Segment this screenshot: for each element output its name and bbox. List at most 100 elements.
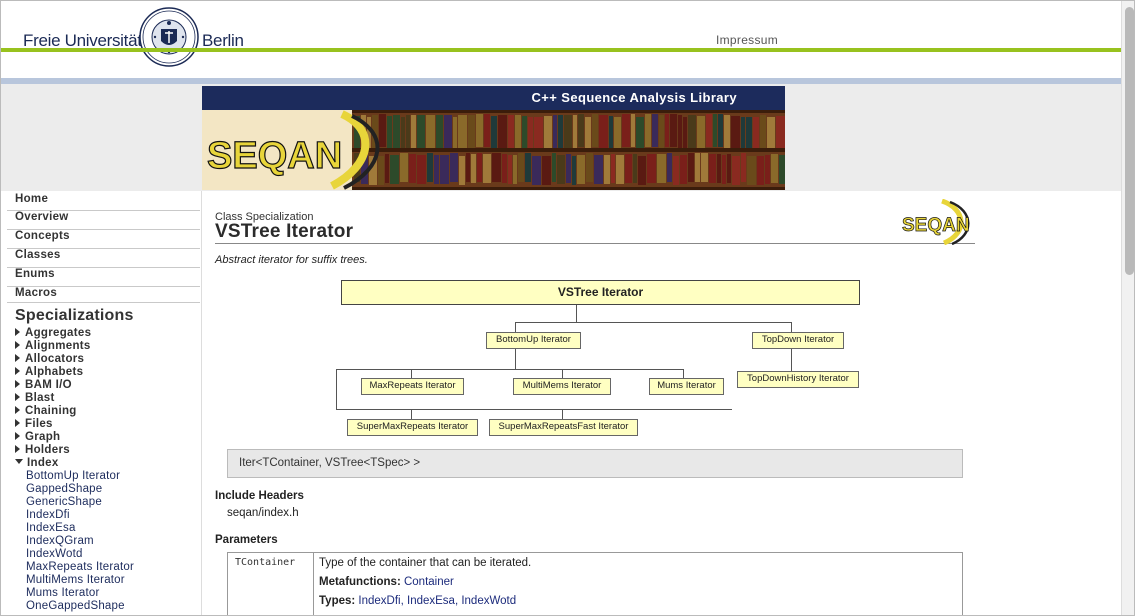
bookshelf-image: SEQAN <box>202 110 785 190</box>
index-item-bottomup-iterator[interactable]: BottomUp Iterator <box>26 470 120 482</box>
banner-title-bar: C++ Sequence Analysis Library <box>202 86 785 110</box>
hierarchy-connector <box>683 369 684 378</box>
index-item-indexwotd[interactable]: IndexWotd <box>26 548 83 560</box>
category-label: Alignments <box>25 340 91 352</box>
param-name-cell: TContainer <box>228 553 314 615</box>
category-label: Holders <box>25 444 70 456</box>
category-label: Chaining <box>25 405 77 417</box>
index-item-onegappedshape[interactable]: OneGappedShape <box>26 600 125 612</box>
type-link-indexesa[interactable]: IndexEsa <box>407 595 455 607</box>
category-aggregates[interactable]: Aggregates <box>15 327 91 339</box>
expand-arrow-icon <box>15 445 20 453</box>
metafunction-link-container[interactable]: Container <box>404 576 454 588</box>
nav-classes[interactable]: Classes <box>7 249 200 268</box>
category-graph[interactable]: Graph <box>15 431 60 443</box>
index-item-gappedshape[interactable]: GappedShape <box>26 483 102 495</box>
metafunctions-label: Metafunctions: <box>319 576 401 588</box>
param-types: Types: IndexDfi, IndexEsa, IndexWotd <box>319 595 517 607</box>
nav-overview-label: Overview <box>15 211 69 223</box>
hierarchy-connector <box>515 349 516 369</box>
hierarchy-node-topdown[interactable]: TopDown Iterator <box>752 332 844 349</box>
expand-arrow-icon <box>15 419 20 427</box>
hierarchy-connector <box>562 409 563 419</box>
nav-overview[interactable]: Overview <box>7 211 200 230</box>
hierarchy-connector <box>336 369 684 370</box>
type-link-indexdfi[interactable]: IndexDfi <box>358 595 400 607</box>
nav-concepts[interactable]: Concepts <box>7 230 200 249</box>
category-holders[interactable]: Holders <box>15 444 70 456</box>
nav-concepts-label: Concepts <box>15 230 70 242</box>
nav-enums[interactable]: Enums <box>7 268 200 287</box>
impressum-link[interactable]: Impressum <box>716 33 778 47</box>
category-label: BAM I/O <box>25 379 72 391</box>
hierarchy-node-mums[interactable]: Mums Iterator <box>649 378 724 395</box>
signature-text: Iter<TContainer, VSTree<TSpec> > <box>239 457 421 469</box>
category-blast[interactable]: Blast <box>15 392 55 404</box>
vertical-scrollbar[interactable] <box>1121 1 1134 615</box>
category-alignments[interactable]: Alignments <box>15 340 91 352</box>
expand-arrow-icon <box>15 354 20 362</box>
nav-home-label: Home <box>15 193 49 205</box>
specializations-heading: Specializations <box>15 307 134 324</box>
param-description: Type of the container that can be iterat… <box>319 557 532 569</box>
category-label: Graph <box>25 431 61 443</box>
expand-arrow-icon <box>15 341 20 349</box>
hierarchy-node-maxrepeats[interactable]: MaxRepeats Iterator <box>361 378 464 395</box>
category-label: Aggregates <box>25 327 92 339</box>
category-label: Files <box>25 418 53 430</box>
site-header: Freie Universität Berlin Impressum <box>1 1 1121 84</box>
title-divider <box>215 243 975 244</box>
index-item-indexqgram[interactable]: IndexQGram <box>26 535 94 547</box>
category-files[interactable]: Files <box>15 418 53 430</box>
hierarchy-node-supermaxrepeatsfast[interactable]: SuperMaxRepeatsFast Iterator <box>489 419 638 436</box>
hierarchy-root-node[interactable]: VSTree Iterator <box>341 280 860 305</box>
category-chaining[interactable]: Chaining <box>15 405 77 417</box>
parameters-table: TContainer Type of the container that ca… <box>227 552 963 615</box>
expand-arrow-icon <box>15 328 20 336</box>
expand-arrow-icon <box>15 393 20 401</box>
category-alphabets[interactable]: Alphabets <box>15 366 83 378</box>
nav-home[interactable]: Home <box>7 193 200 211</box>
param-metafunctions: Metafunctions: Container <box>319 576 454 588</box>
page: Freie Universität Berlin Impressum C++ S… <box>0 0 1135 616</box>
hierarchy-connector <box>336 369 337 409</box>
seqan-small-logo-text: SEQAN <box>902 215 970 236</box>
index-item-indexdfi[interactable]: IndexDfi <box>26 509 70 521</box>
expand-arrow-icon <box>15 367 20 375</box>
category-label: Index <box>27 457 59 469</box>
scrollbar-thumb[interactable] <box>1125 7 1134 275</box>
index-item-indexesa[interactable]: IndexEsa <box>26 522 76 534</box>
index-item-multimems-iterator[interactable]: MultiMems Iterator <box>26 574 125 586</box>
header-green-rule <box>1 48 1121 52</box>
param-description-cell: Type of the container that can be iterat… <box>315 553 962 615</box>
hierarchy-node-topdownhistory[interactable]: TopDownHistory Iterator <box>737 371 859 388</box>
category-allocators[interactable]: Allocators <box>15 353 84 365</box>
hierarchy-connector <box>411 369 412 378</box>
seqan-banner: C++ Sequence Analysis Library SEQAN <box>202 86 785 190</box>
category-bam-io[interactable]: BAM I/O <box>15 379 72 391</box>
seqan-logo-icon: SEQAN <box>902 199 970 245</box>
category-label: Blast <box>25 392 55 404</box>
include-headers-heading: Include Headers <box>215 490 304 502</box>
types-label: Types: <box>319 595 356 607</box>
hierarchy-node-bottomup[interactable]: BottomUp Iterator <box>486 332 581 349</box>
sidebar: Home Overview Concepts Classes Enums Mac… <box>1 191 202 615</box>
expand-arrow-icon <box>15 406 20 414</box>
hierarchy-node-multimems[interactable]: MultiMems Iterator <box>513 378 611 395</box>
index-item-mums-iterator[interactable]: Mums Iterator <box>26 587 100 599</box>
university-seal-icon[interactable] <box>139 7 199 67</box>
category-index[interactable]: Index <box>15 457 59 469</box>
nav-classes-label: Classes <box>15 249 61 261</box>
nav-macros-label: Macros <box>15 287 58 299</box>
expand-arrow-icon <box>15 432 20 440</box>
index-item-genericshape[interactable]: GenericShape <box>26 496 102 508</box>
hierarchy-connector <box>515 322 516 332</box>
index-item-maxrepeats-iterator[interactable]: MaxRepeats Iterator <box>26 561 134 573</box>
type-link-indexwotd[interactable]: IndexWotd <box>461 595 516 607</box>
hierarchy-node-supermaxrepeats[interactable]: SuperMaxRepeats Iterator <box>347 419 478 436</box>
nav-macros[interactable]: Macros <box>7 287 200 303</box>
category-label: Allocators <box>25 353 85 365</box>
seqan-logo-text: SEQAN <box>207 135 342 177</box>
hierarchy-connector <box>411 409 412 419</box>
include-header-value: seqan/index.h <box>227 507 299 519</box>
